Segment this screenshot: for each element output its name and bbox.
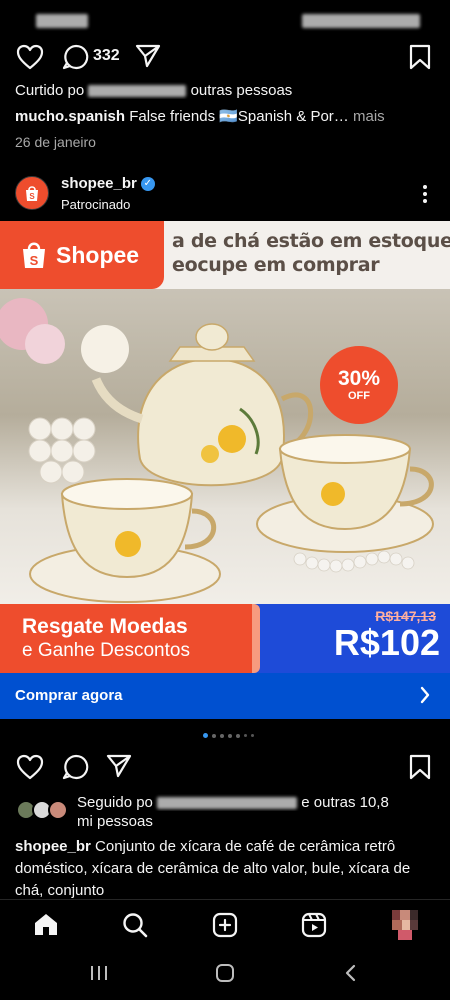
like-heart-icon[interactable] [16, 44, 44, 70]
system-nav-bar [0, 949, 450, 1000]
followed-by-prefix: Seguido po [77, 794, 153, 811]
ad-headline: a de chá estão em estoque eocupe em comp… [172, 230, 450, 276]
shopee-brand-name: Shopee [56, 241, 140, 268]
more-link[interactable]: mais [353, 108, 385, 125]
back-icon[interactable] [344, 964, 356, 982]
bottom-nav [0, 899, 450, 949]
mini-avatar [48, 800, 68, 820]
save-bookmark-icon[interactable] [409, 44, 431, 70]
home-icon[interactable] [33, 912, 59, 936]
create-icon[interactable] [212, 912, 238, 938]
promo-coins-banner: Resgate Moedas e Ganhe Descontos [0, 604, 260, 673]
comment-icon[interactable] [62, 44, 90, 70]
profile-avatar[interactable] [392, 910, 418, 940]
comment-icon[interactable] [62, 754, 90, 780]
svg-text:S: S [30, 253, 39, 268]
status-time-redacted [36, 14, 88, 28]
carousel-dot [236, 733, 240, 738]
ad-username-line[interactable]: shopee_br ✓ [61, 175, 155, 192]
carousel-dot [212, 733, 216, 738]
promo-line-2: e Ganhe Descontos [22, 640, 190, 661]
liked-by-name-redacted [88, 85, 187, 98]
followed-by-line[interactable]: Seguido po e outras 10,8 [77, 794, 389, 811]
discount-percent: 30% [337, 367, 381, 390]
share-send-icon[interactable] [135, 44, 161, 68]
shopee-avatar[interactable]: S [15, 176, 49, 210]
carousel-dot [244, 734, 247, 737]
like-heart-icon[interactable] [16, 754, 44, 780]
liked-by-line[interactable]: Curtido po outras pessoas [15, 82, 292, 99]
shop-now-button[interactable]: Comprar agora [0, 673, 450, 719]
discount-off-label: OFF [348, 390, 370, 402]
liked-by-prefix: Curtido po [15, 82, 85, 99]
shop-now-label: Comprar agora [15, 687, 123, 704]
teaset-photo [0, 289, 450, 604]
caption-line[interactable]: mucho.spanish False friends 🇦🇷Spanish & … [15, 107, 435, 125]
recents-icon[interactable] [90, 965, 108, 981]
shopee-bag-icon: S [26, 186, 38, 201]
home-circle-icon[interactable] [215, 964, 235, 982]
status-bar [0, 0, 450, 38]
discount-badge: 30% OFF [320, 346, 398, 424]
chevron-right-icon [420, 686, 430, 708]
more-options-icon[interactable] [422, 184, 428, 204]
followed-by-avatars [16, 800, 72, 822]
followed-by-names-redacted [157, 797, 298, 810]
shopee-brand-badge: S Shopee [0, 221, 164, 289]
caption-username[interactable]: mucho.spanish [15, 108, 125, 125]
promo-band: Resgate Moedas e Ganhe Descontos R$147,1… [0, 604, 450, 673]
ad-caption-username[interactable]: shopee_br [15, 838, 91, 855]
carousel-dot [220, 733, 224, 738]
new-price: R$102 [333, 622, 440, 663]
status-icons-redacted [302, 14, 420, 28]
liked-by-suffix: outras pessoas [190, 82, 293, 99]
carousel-dot-active [203, 733, 208, 738]
sponsored-label: Patrocinado [61, 197, 131, 212]
carousel-indicator [203, 733, 254, 738]
save-bookmark-icon[interactable] [409, 754, 431, 780]
reels-icon[interactable] [301, 912, 327, 938]
carousel-dot [251, 734, 254, 737]
ad-caption[interactable]: shopee_br Conjunto de xícara de café de … [15, 836, 435, 902]
post-date: 26 de janeiro [15, 134, 96, 150]
followed-by-suffix: e outras 10,8 [301, 794, 389, 811]
comment-count: 332 [93, 47, 120, 64]
svg-text:S: S [29, 192, 35, 201]
ad-username[interactable]: shopee_br [61, 175, 137, 192]
search-icon[interactable] [122, 912, 148, 938]
followed-by-line-2: mi pessoas [77, 813, 153, 830]
carousel-dot [228, 733, 232, 738]
ad-image[interactable]: a de chá estão em estoque eocupe em comp… [0, 221, 450, 673]
share-send-icon[interactable] [106, 754, 132, 778]
caption-text: False friends 🇦🇷Spanish & Por… [129, 108, 349, 125]
shopee-logo-icon: S [23, 242, 45, 268]
promo-line-1: Resgate Moedas [22, 615, 188, 638]
verified-badge-icon: ✓ [140, 177, 155, 192]
